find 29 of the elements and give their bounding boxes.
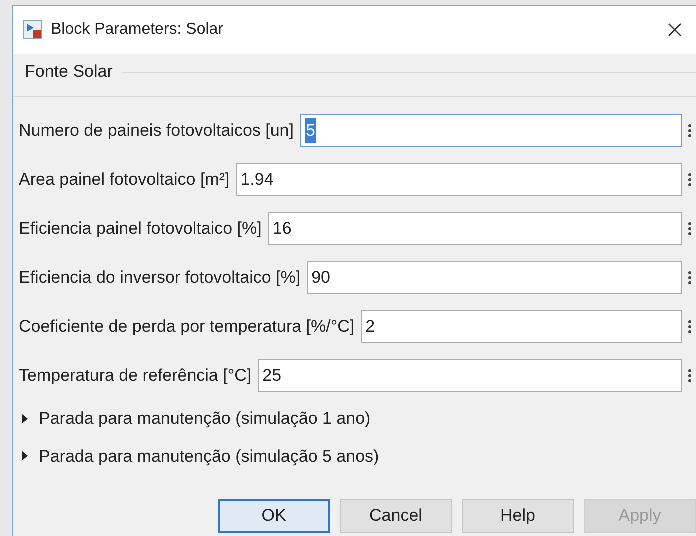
collapsed-triangle-icon[interactable] [21,414,29,424]
input-field[interactable]: 2 [360,310,682,343]
field-label: Numero de paineis fotovoltaicos [un] [19,120,294,142]
more-options-icon[interactable] [687,170,693,188]
dialog-button[interactable]: OK [218,499,330,533]
field-label: Coeficiente de perda por temperatura [%/°C] [19,316,355,338]
dialog-button[interactable]: Help [462,499,574,533]
collapsed-triangle-icon[interactable] [21,451,29,462]
dialog-button[interactable]: Cancel [340,499,452,533]
input-field[interactable]: 25 [258,359,682,392]
input-field[interactable]: 1.94 [236,163,682,196]
field-label: Temperatura de referência [°C] [19,364,252,387]
group-title: Fonte Solar [25,61,113,84]
more-options-icon[interactable] [687,268,693,286]
input-field[interactable]: 90 [306,261,682,294]
close-icon[interactable] [668,23,682,37]
window-title: Block Parameters: Solar [51,20,224,40]
field-label: Area painel fotovoltaico [m²] [19,168,230,191]
section-toggle[interactable]: Parada para manutenção (simulação 5 anos) [39,444,380,469]
field-label: Eficiencia do inversor fotovoltaico [%] [19,266,301,289]
app-icon [23,20,43,40]
input-field[interactable]: 16 [268,212,682,245]
input-field[interactable]: 5 [300,114,682,147]
more-options-icon[interactable] [687,318,693,336]
more-options-icon[interactable] [687,122,693,140]
field-label: Eficiencia painel fotovoltaico [%] [19,218,262,240]
section-toggle[interactable]: Parada para manutenção (simulação 1 ano) [39,406,371,432]
more-options-icon[interactable] [687,220,693,238]
more-options-icon[interactable] [687,366,693,384]
